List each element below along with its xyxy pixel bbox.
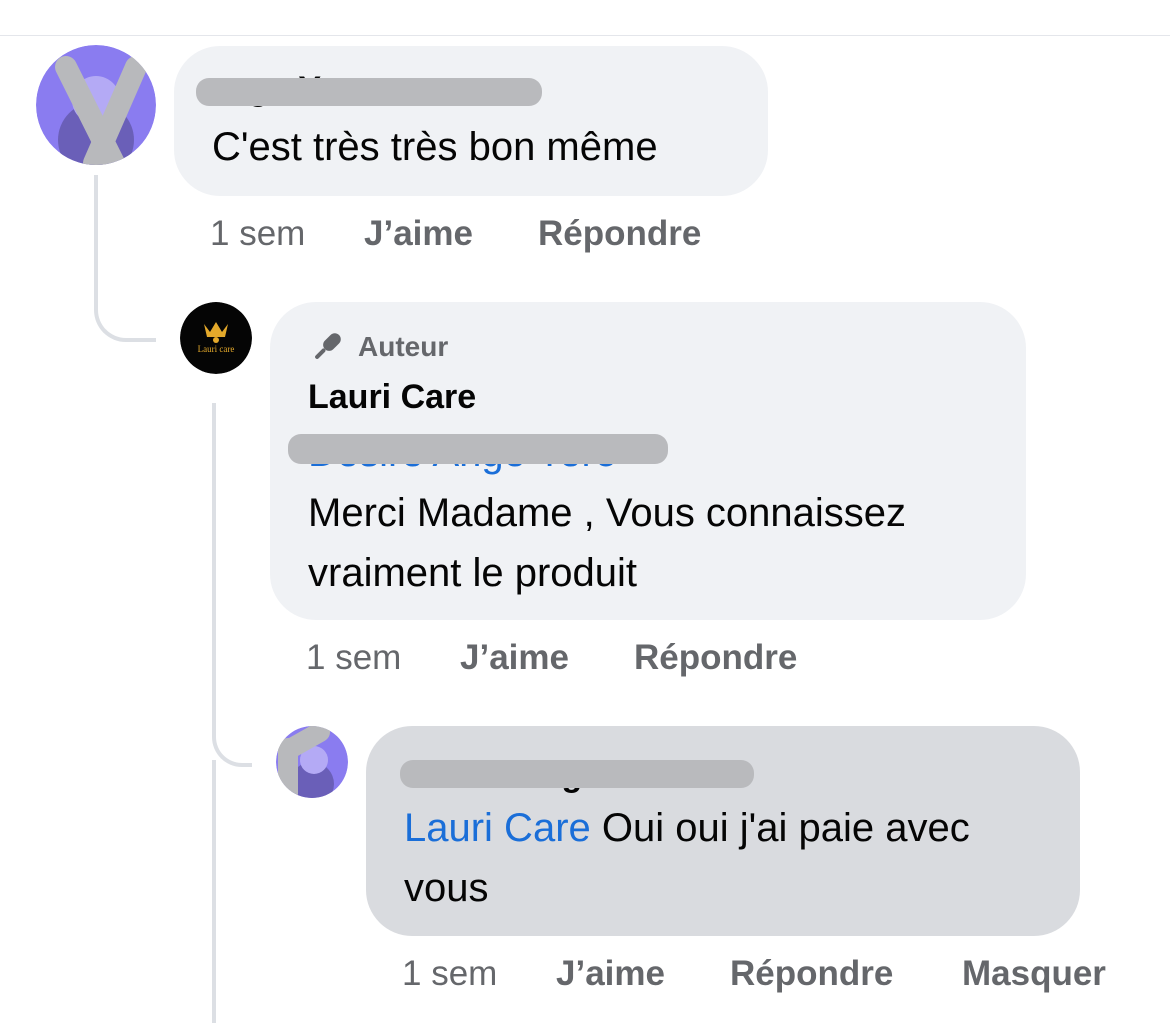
author-badge: Auteur [308,328,448,366]
comment-author[interactable]: Lauri Care [308,378,476,417]
comment-bubble-2: Auteur Lauri Care Desiré Ange Yero Merci… [270,302,1026,620]
reply-button[interactable]: Répondre [634,638,797,678]
comment-time[interactable]: 1 sem [306,638,401,678]
like-button[interactable]: J’aime [460,638,569,678]
logo-text: Lauri care [198,344,235,354]
like-button[interactable]: J’aime [556,954,665,994]
commenter-avatar[interactable] [36,45,156,165]
comment-text: C'est très très bon même [212,125,658,169]
comment-time[interactable]: 1 sem [210,214,305,254]
hide-button[interactable]: Masquer [962,954,1106,994]
redaction-mark [196,78,542,106]
thread-line-3 [212,760,216,1023]
microphone-icon [315,333,341,359]
mention-link[interactable]: Lauri Care [404,806,591,850]
thread-line-2 [212,403,252,767]
reply-button[interactable]: Répondre [730,954,893,994]
comment-bubble-3: Désiré Ange Yero Lauri Care Oui oui j'ai… [366,726,1080,936]
reply-button[interactable]: Répondre [538,214,701,254]
comment-text: Lauri Care Oui oui j'ai paie avec vous [404,798,1064,918]
like-button[interactable]: J’aime [364,214,473,254]
redaction-mark [400,760,754,788]
comment-time[interactable]: 1 sem [402,954,497,994]
page-avatar[interactable]: Lauri care [180,302,252,374]
commenter-avatar[interactable] [276,726,348,798]
redaction-mark [288,434,668,464]
author-badge-label: Auteur [358,331,449,362]
thread-line-1 [94,175,156,342]
top-divider [0,35,1170,36]
comment-bubble-1: …go Yero C'est très très bon même [174,46,768,196]
comment-text: Merci Madame , Vous connaissez vraiment … [308,491,907,595]
